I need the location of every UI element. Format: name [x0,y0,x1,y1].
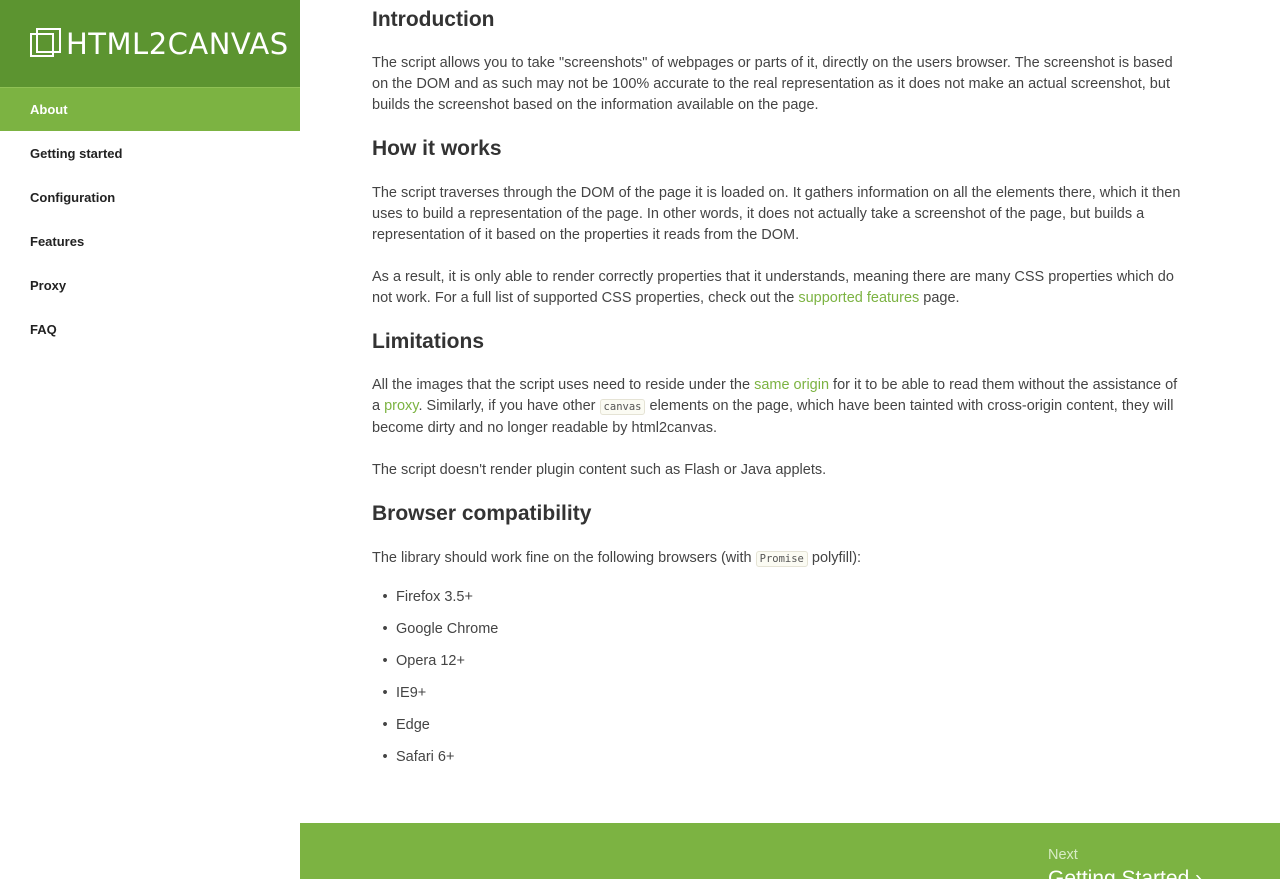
same-origin-link[interactable]: same origin [754,377,829,393]
canvas-code: canvas [599,399,646,415]
browser-name: Firefox 3.5+ [396,589,473,605]
how-p2-text-b: page. [919,290,960,306]
sidebar-item-features[interactable]: Features [0,219,300,263]
browser-intro: The library should work fine on the foll… [372,548,1184,570]
sidebar-nav: About Getting started Configuration Feat… [0,87,300,351]
limitations-paragraph-2: The script doesn't render plugin content… [372,462,827,478]
supported-features-link[interactable]: supported features [798,290,919,306]
intro-heading: Introduction [372,8,495,31]
list-item: • Safari 6+ [382,749,455,765]
next-page-link[interactable]: Getting Started › [1048,867,1202,891]
list-item: • Opera 12+ [382,653,465,669]
sidebar-item-about[interactable]: About [0,87,300,131]
sidebar-item-proxy[interactable]: Proxy [0,263,300,307]
next-label: Next [1048,847,1078,863]
list-item: • Google Chrome [382,621,499,637]
sidebar-item-getting-started[interactable]: Getting started [0,131,300,175]
list-item: • Edge [382,717,430,733]
footer-next-bar: Next Getting Started › [300,823,1280,890]
limitations-heading: Limitations [372,330,485,353]
browser-name: Edge [396,717,430,733]
how-paragraph-2: As a result, it is only able to render c… [372,267,1184,309]
browser-heading: Browser compatibility [372,502,592,525]
list-item: • IE9+ [382,685,427,701]
limitations-paragraph-1: All the images that the script uses need… [372,375,1184,439]
logo-icon [30,27,62,60]
promise-code: Promise [755,551,808,567]
browser-name: IE9+ [396,685,427,701]
sidebar: HTML2CANVAS About Getting started Config… [0,0,300,879]
limitations-text-a: All the images that the script uses need… [372,377,755,393]
how-p2-text-a: As a result, it is only able to render c… [372,269,1174,306]
intro-paragraph: The script allows you to take "screensho… [372,55,1173,113]
browser-name: Safari 6+ [396,749,455,765]
logo-text: HTML2CANVAS [66,26,289,61]
browser-name: Opera 12+ [396,653,465,669]
proxy-link[interactable]: proxy [384,398,418,414]
limitations-text-c: . Similarly, if you have other [418,398,600,414]
browser-intro-text-b: polyfill): [807,550,862,566]
how-paragraph-1: The script traverses through the DOM of … [372,185,1181,243]
browser-name: Google Chrome [396,621,499,637]
sidebar-item-faq[interactable]: FAQ [0,307,300,351]
browser-intro-text-a: The library should work fine on the foll… [372,550,756,566]
logo-bar[interactable]: HTML2CANVAS [0,0,300,87]
list-item: • Firefox 3.5+ [382,589,473,605]
how-heading: How it works [372,137,502,160]
sidebar-item-configuration[interactable]: Configuration [0,175,300,219]
browser-list: • Firefox 3.5+ • Google Chrome • Opera 12+ … [372,589,498,781]
